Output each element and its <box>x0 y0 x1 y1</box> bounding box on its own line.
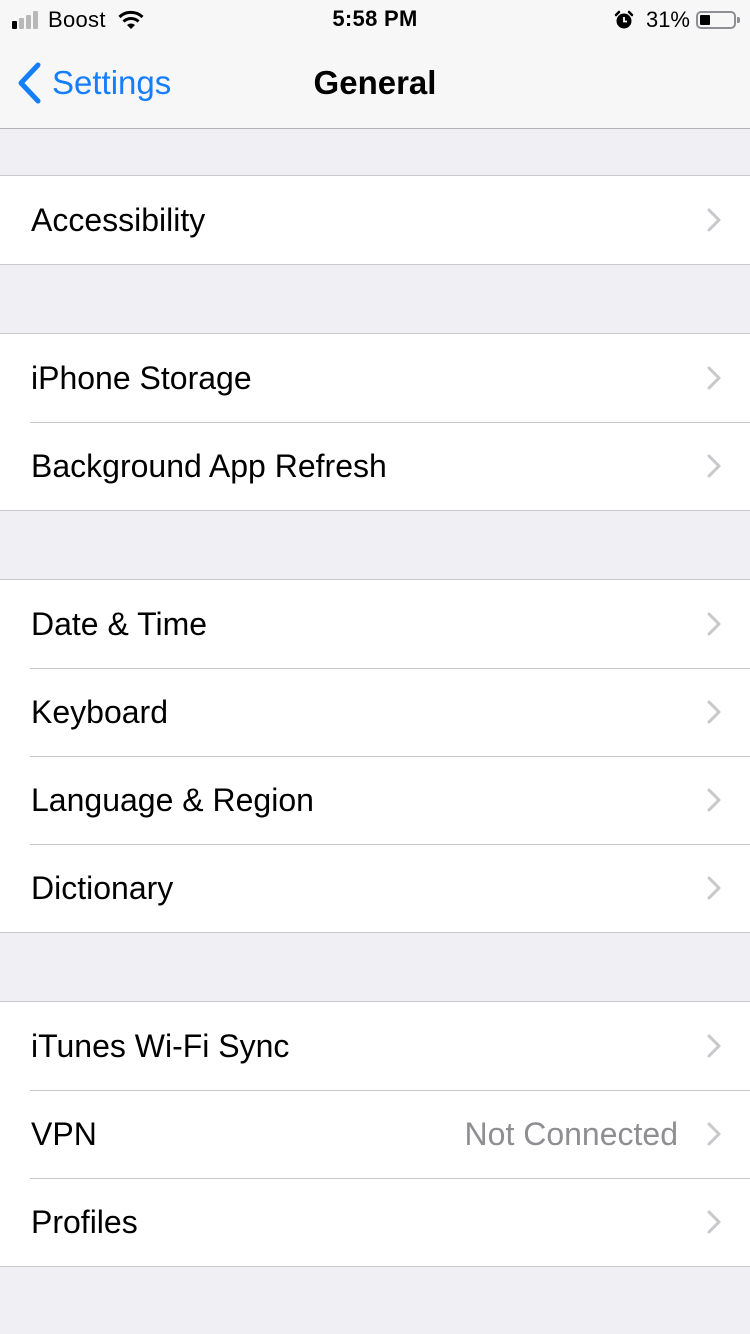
row-detail: Not Connected <box>464 1116 678 1152</box>
chevron-right-icon <box>707 788 721 812</box>
row-label: Profiles <box>31 1204 138 1240</box>
settings-row-language-region[interactable]: Language & Region <box>0 756 750 844</box>
settings-group: Accessibility <box>0 175 750 265</box>
row-label: Accessibility <box>31 202 206 238</box>
settings-row-date-time[interactable]: Date & Time <box>0 580 750 668</box>
settings-group: iPhone Storage Background App Refresh <box>0 333 750 511</box>
chevron-right-icon <box>707 700 721 724</box>
battery-percent: 31% <box>645 7 690 32</box>
settings-row-profiles[interactable]: Profiles <box>0 1178 750 1266</box>
row-label: iPhone Storage <box>31 360 252 396</box>
settings-row-accessibility[interactable]: Accessibility <box>0 176 750 264</box>
chevron-right-icon <box>707 208 721 232</box>
row-label: Language & Region <box>31 782 314 818</box>
settings-row-background-app-refresh[interactable]: Background App Refresh <box>0 422 750 510</box>
settings-row-iphone-storage[interactable]: iPhone Storage <box>0 334 750 422</box>
chevron-right-icon <box>707 454 721 478</box>
status-right: 31% <box>614 6 740 34</box>
chevron-right-icon <box>707 1210 721 1234</box>
chevron-right-icon <box>707 1122 721 1146</box>
row-label: Keyboard <box>31 694 168 730</box>
page-title: General <box>313 64 437 101</box>
row-label: Background App Refresh <box>31 448 387 484</box>
settings-row-keyboard[interactable]: Keyboard <box>0 668 750 756</box>
row-label: Dictionary <box>31 870 174 906</box>
status-bar: Boost 5:58 PM 31% <box>0 0 750 40</box>
settings-row-itunes-wi-fi-sync[interactable]: iTunes Wi-Fi Sync <box>0 1002 750 1090</box>
alarm-icon <box>614 10 634 29</box>
row-label: iTunes Wi-Fi Sync <box>31 1028 290 1064</box>
settings-row-vpn[interactable]: VPN Not Connected <box>0 1090 750 1178</box>
battery-fill <box>700 15 710 25</box>
chevron-right-icon <box>707 612 721 636</box>
chevron-right-icon <box>707 1034 721 1058</box>
row-label: Date & Time <box>31 606 208 642</box>
settings-group: Date & Time Keyboard Language & Region Dict… <box>0 579 750 933</box>
row-label: VPN <box>31 1116 97 1152</box>
settings-group: iTunes Wi-Fi Sync VPN Not Connected Profile… <box>0 1001 750 1267</box>
chevron-right-icon <box>707 366 721 390</box>
chevron-right-icon <box>707 876 721 900</box>
settings-row-dictionary[interactable]: Dictionary <box>0 844 750 932</box>
battery-icon <box>696 11 740 29</box>
navigation-bar: Settings General <box>0 40 750 129</box>
